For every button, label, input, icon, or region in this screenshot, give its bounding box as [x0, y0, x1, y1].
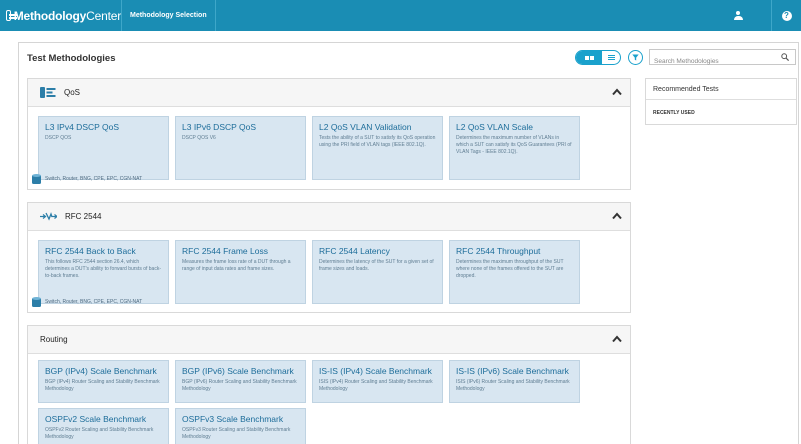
recommended-tests-title: Recommended Tests: [646, 79, 796, 100]
help-icon: ?: [781, 10, 792, 21]
category-header[interactable]: RFC 2544: [28, 203, 630, 231]
card-description: DSCP QOS: [45, 135, 72, 141]
methodology-card[interactable]: BGP (IPv6) Scale Benchmark BGP (IPv6) Ro…: [175, 360, 306, 403]
methodology-card[interactable]: IS-IS (IPv6) Scale Benchmark ISIS (IPv6)…: [449, 360, 580, 403]
methodology-card[interactable]: OSPFv3 Scale Benchmark OSPFv3 Router Sca…: [175, 408, 306, 444]
category-routing: Routing BGP (IPv4) Scale Benchmark BGP (…: [27, 325, 631, 444]
nav-tab-methodology-selection[interactable]: Methodology Selection: [122, 0, 215, 31]
card-description: ISIS (IPv4) Router Scaling and Stability…: [319, 379, 433, 392]
card-description: OSPFv2 Router Scaling and Stability Benc…: [45, 427, 154, 440]
card-description: This follows RFC 2544 section 26.4, whic…: [45, 259, 161, 279]
app-logo[interactable]: MethodologyCenter: [0, 0, 121, 31]
card-title: IS-IS (IPv6) Scale Benchmark: [456, 366, 569, 376]
category-header[interactable]: Routing: [28, 326, 630, 354]
card-title: RFC 2544 Frame Loss: [182, 246, 268, 256]
rfc-icon: [40, 212, 57, 221]
card-description: DSCP QOS V6: [182, 135, 216, 141]
qos-icon: [40, 87, 56, 98]
device-types: Switch, Router, BNG, CPE, EPC, CGN-NAT: [45, 176, 143, 182]
card-title: IS-IS (IPv4) Scale Benchmark: [319, 366, 432, 376]
user-icon: [733, 11, 743, 20]
chevron-up-icon[interactable]: [612, 88, 622, 96]
card-title: L2 QoS VLAN Scale: [456, 122, 534, 132]
card-description: Determines the maximum number of VLANs i…: [456, 135, 572, 155]
methodology-card[interactable]: BGP (IPv4) Scale Benchmark BGP (IPv4) Ro…: [38, 360, 169, 403]
help-button[interactable]: ?: [771, 0, 801, 31]
category-footer: Switch, Router, BNG, CPE, EPC, CGN-NAT: [28, 170, 630, 188]
category-title: QoS: [64, 88, 81, 97]
card-title: BGP (IPv4) Scale Benchmark: [45, 366, 157, 376]
category-qos: QoS L3 IPv4 DSCP QoS DSCP QOS L3 IPv6 DS…: [27, 78, 631, 190]
card-description: BGP (IPv4) Router Scaling and Stability …: [45, 379, 160, 392]
list-view-button[interactable]: [602, 51, 620, 64]
page-title: Test Methodologies: [27, 53, 116, 64]
card-description: ISIS (IPv6) Router Scaling and Stability…: [456, 379, 570, 392]
card-title: OSPFv3 Scale Benchmark: [182, 414, 284, 424]
filter-icon: [632, 54, 639, 61]
methodology-card[interactable]: OSPFv2 Scale Benchmark OSPFv2 Router Sca…: [38, 408, 169, 444]
category-title: Routing: [40, 335, 68, 344]
categories-list: QoS L3 IPv4 DSCP QoS DSCP QOS L3 IPv6 DS…: [27, 78, 639, 444]
topbar-actions: ?: [723, 0, 801, 31]
category-footer: Switch, Router, BNG, CPE, EPC, CGN-NAT: [28, 293, 630, 311]
card-title: OSPFv2 Scale Benchmark: [45, 414, 147, 424]
top-bar: MethodologyCenter Methodology Selection …: [0, 0, 801, 31]
view-toggle: [575, 50, 621, 65]
panel-header: Test Methodologies: [19, 43, 798, 74]
user-button[interactable]: [723, 0, 753, 31]
category-header[interactable]: QoS: [28, 79, 630, 107]
device-icon: [32, 296, 41, 307]
methodologies-panel: Test Methodologies Search Methodologies …: [18, 42, 799, 444]
logo-icon: [6, 10, 17, 21]
methodology-card[interactable]: IS-IS (IPv4) Scale Benchmark ISIS (IPv4)…: [312, 360, 443, 403]
card-description: Tests the ability of a SUT to satisfy it…: [319, 135, 436, 148]
card-title: L2 QoS VLAN Validation: [319, 122, 412, 132]
card-title: RFC 2544 Latency: [319, 246, 390, 256]
category-title: RFC 2544: [65, 212, 102, 221]
search-icon[interactable]: [781, 53, 789, 61]
grid-view-button[interactable]: [576, 51, 602, 64]
logo-text: MethodologyCenter: [13, 8, 121, 23]
filter-button[interactable]: [628, 50, 643, 65]
device-types: Switch, Router, BNG, CPE, EPC, CGN-NAT: [45, 299, 143, 305]
device-icon: [32, 173, 41, 184]
category-rfc-2544: RFC 2544 RFC 2544 Back to Back This foll…: [27, 202, 631, 313]
recommended-tests-panel: Recommended Tests RECENTLY USED: [645, 78, 797, 125]
nav-divider: [214, 0, 216, 31]
card-title: BGP (IPv6) Scale Benchmark: [182, 366, 294, 376]
search-box: [649, 49, 796, 69]
card-description: BGP (IPv6) Router Scaling and Stability …: [182, 379, 297, 392]
card-title: RFC 2544 Throughput: [456, 246, 541, 256]
card-description: Determines the latency of the SUT for a …: [319, 259, 434, 272]
card-description: OSPFv3 Router Scaling and Stability Benc…: [182, 427, 291, 440]
card-title: L3 IPv6 DSCP QoS: [182, 122, 257, 132]
card-title: RFC 2544 Back to Back: [45, 246, 136, 256]
chevron-up-icon[interactable]: [612, 212, 622, 220]
recently-used-heading: RECENTLY USED: [653, 109, 695, 116]
card-description: Measures the frame loss rate of a DUT th…: [182, 259, 291, 272]
card-description: Determines the maximum throughput of the…: [456, 259, 564, 279]
card-title: L3 IPv4 DSCP QoS: [45, 122, 120, 132]
search-input[interactable]: [650, 54, 775, 69]
chevron-up-icon[interactable]: [612, 335, 622, 343]
